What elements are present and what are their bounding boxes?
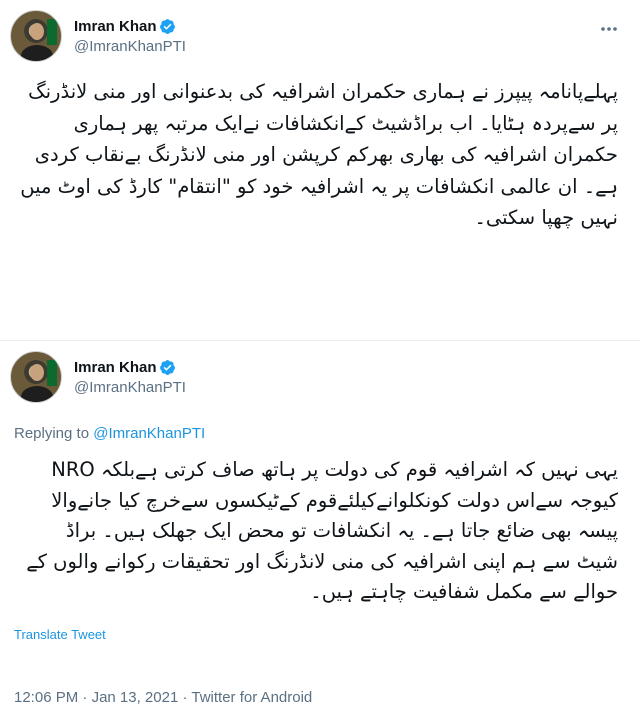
tweet-text: پہلےپانامہ پیپرز نے ہماری حکمران اشرافیہ… (20, 80, 618, 229)
author-name[interactable]: Imran Khan (74, 359, 157, 376)
author-block[interactable]: Imran Khan @ImranKhanPTI (74, 357, 186, 396)
avatar-shoulders (21, 45, 53, 61)
tweet-card: Imran Khan @ImranKhanPTI پہلےپانامہ پیپر… (0, 0, 640, 322)
verified-badge-icon (159, 19, 175, 34)
tweet-time[interactable]: 12:06 PM (14, 689, 78, 706)
tweet-source: Twitter for Android (191, 689, 313, 706)
avatar-face (30, 23, 44, 40)
verified-badge-icon (159, 360, 175, 375)
meta-separator: · (178, 689, 192, 706)
more-dots-icon (601, 27, 617, 31)
tweet-separator (0, 322, 640, 340)
flag-shape (47, 19, 57, 45)
replying-mention-link[interactable]: @ImranKhanPTI (93, 425, 205, 442)
avatar[interactable] (10, 10, 62, 62)
author-handle[interactable]: @ImranKhanPTI (74, 379, 186, 396)
tweet-date[interactable]: Jan 13, 2021 (92, 689, 179, 706)
translate-tweet-link[interactable]: Translate Tweet (14, 627, 106, 642)
author-handle[interactable]: @ImranKhanPTI (74, 38, 186, 55)
tweet-meta: 12:06 PM · Jan 13, 2021 · Twitter for An… (14, 689, 312, 706)
meta-separator: · (78, 689, 92, 706)
flag-shape (47, 360, 57, 386)
replying-label: Replying to (14, 425, 94, 442)
tweet-header: Imran Khan @ImranKhanPTI (10, 10, 630, 66)
avatar-shoulders (21, 386, 53, 402)
replying-to: Replying to @ImranKhanPTI (14, 425, 205, 442)
tweet-text: یہی نہیں کہ اشرافیہ قوم کی دولت پر ہاتھ … (26, 458, 618, 603)
tweet-header: Imran Khan @ImranKhanPTI (10, 351, 630, 407)
avatar[interactable] (10, 351, 62, 403)
author-name[interactable]: Imran Khan (74, 18, 157, 35)
tweet-card: Imran Khan @ImranKhanPTI Replying to @Im… (0, 340, 640, 720)
more-options-icon[interactable] (598, 18, 620, 40)
author-block[interactable]: Imran Khan @ImranKhanPTI (74, 16, 186, 55)
avatar-face (30, 364, 44, 381)
